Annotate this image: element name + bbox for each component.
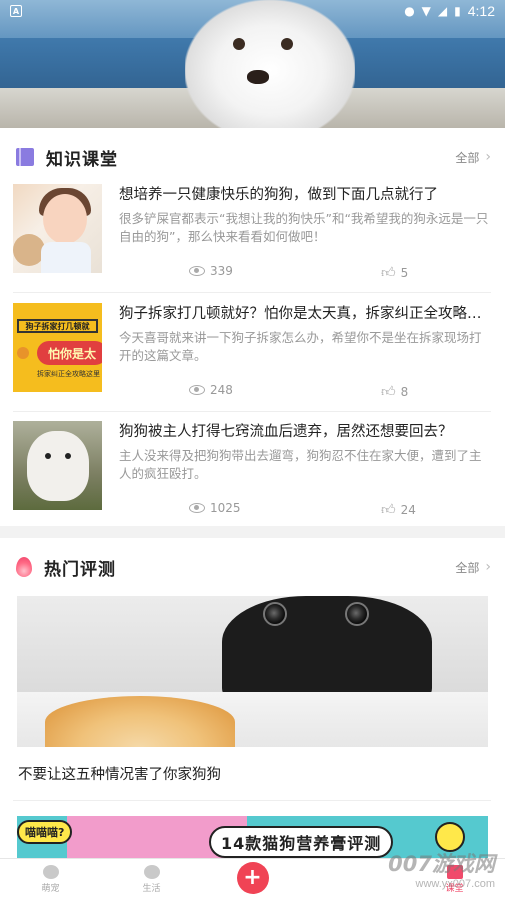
view-count: 248 [189,383,233,397]
article-item[interactable]: 想培养一只健康快乐的狗狗，做到下面几点就行了 很多铲屎官都表示“我想让我的狗快乐… [0,184,505,302]
eye-icon [189,503,205,513]
dog-eye [65,453,71,459]
tab-label: 生活 [142,884,161,894]
promo-speech-bubble: 喵喵喵? [17,820,73,844]
review-title[interactable]: 不要让这五种情况害了你家狗狗 [18,763,221,784]
book-icon [16,148,34,166]
article-thumbnail: 狗子拆家打几顿就 怕你是太 拆家纠正全攻略这里 [13,303,102,392]
watermark-brand: 007游戏网 [388,852,495,876]
hot-review-section: 热门评测 全部 › 不要让这五种情况害了你家狗狗 喵喵喵? 14款猫狗营养膏评测 [0,538,505,858]
divider [13,292,491,293]
thumbs-up-icon: 👍︎ [381,384,396,400]
article-summary: 今天喜哥就来讲一下狗子拆家怎么办，希望你不是坐在拆家现场打开的这篇文章。 [119,330,482,363]
section-gap [0,526,505,538]
knowledge-section: 知识课堂 全部 › 想培养一只健康快乐的狗狗，做到下面几点就行了 很多铲屎官都表… [0,128,505,526]
like-count[interactable]: 👍︎ 5 [381,264,408,281]
banner-dog-eye [281,38,293,50]
review-hero-image[interactable] [17,596,488,747]
battery-icon: ▮ [454,4,461,18]
flame-icon [16,557,32,577]
girl-shirt [41,242,91,273]
view-count: 1025 [189,501,241,515]
thumb-footer-text: 拆家纠正全攻略这里 [37,370,100,378]
thumb-bubble-text: 怕你是太 [37,341,102,365]
article-thumbnail [13,184,102,273]
article-item[interactable]: 狗子拆家打几顿就 怕你是太 拆家纠正全攻略这里 狗子拆家打几顿就好？怕你是太天真… [0,303,505,421]
thumb-banner-text: 狗子拆家打几顿就 [17,319,98,333]
status-bar: A ● ▼ ◢ ▮ 4:12 [0,0,505,22]
section-title: 知识课堂 [46,149,118,170]
notification-icon: A [10,5,22,17]
compass-icon [143,865,160,879]
chevron-right-icon: › [485,559,491,575]
white-dog-illustration [27,431,89,501]
article-title: 想培养一只健康快乐的狗狗，做到下面几点就行了 [119,187,438,203]
knowledge-header: 知识课堂 全部 › [0,128,505,186]
more-label: 全部 [455,560,480,575]
signal-icon: ◢ [437,4,448,18]
thumbs-up-icon: 👍︎ [381,265,396,281]
eye-icon [189,385,205,395]
watermark-url: www.yx007.com [415,878,495,890]
like-count[interactable]: 👍︎ 24 [381,501,416,518]
more-label: 全部 [455,150,480,165]
tab-post[interactable]: + [202,859,303,900]
pug-eye [263,602,287,626]
views-value: 339 [210,264,233,278]
divider [13,411,491,412]
tab-pets[interactable]: 萌宠 [0,859,101,900]
likes-value: 5 [400,265,409,280]
banner-dog-nose [247,70,269,84]
views-value: 1025 [210,501,241,515]
like-count[interactable]: 👍︎ 8 [381,383,408,400]
view-count: 339 [189,264,233,278]
dog-eye [45,453,51,459]
hot-review-header: 热门评测 全部 › [0,538,505,596]
article-title: 狗狗被主人打得七窍流血后遗弃，居然还想要回去？ [119,424,453,440]
chevron-right-icon: › [485,149,491,165]
thumbs-up-icon: 👍︎ [381,502,396,518]
article-title: 狗子拆家打几顿就好？怕你是太天真，拆家纠正全攻略… [119,306,482,322]
likes-value: 24 [400,502,416,517]
tab-life[interactable]: 生活 [101,859,202,900]
knowledge-more-link[interactable]: 全部 › [455,149,491,166]
article-thumbnail [13,421,102,510]
hot-review-more-link[interactable]: 全部 › [455,559,491,576]
pie-illustration [45,696,235,747]
girl-face [43,194,87,244]
article-item[interactable]: 狗狗被主人打得七窍流血后遗弃，居然还想要回去？ 主人没来得及把狗狗带出去遛弯，狗… [0,421,505,539]
plus-icon: + [236,861,269,894]
article-summary: 很多铲屎官都表示“我想让我的狗快乐”和“我希望我的狗永远是一只自由的狗”，那么快… [119,211,489,244]
wifi-icon: ▼ [421,4,431,18]
eye-icon [189,266,205,276]
paw-icon [42,865,59,879]
pug-eye [345,602,369,626]
divider [13,800,491,801]
location-icon: ● [404,4,415,18]
views-value: 248 [210,383,233,397]
banner-dog-eye [233,38,245,50]
article-summary: 主人没来得及把狗狗带出去遛弯，狗狗忍不住在家大便，遭到了主人的疯狂殴打。 [119,448,482,481]
clock: 4:12 [467,3,495,19]
paw-icon [17,347,29,359]
likes-value: 8 [400,384,409,399]
promo-headline: 14款猫狗营养膏评测 [209,826,394,858]
section-title: 热门评测 [44,559,116,580]
tab-label: 萌宠 [41,884,60,894]
site-watermark: 007游戏网 www.yx007.com [388,848,495,890]
